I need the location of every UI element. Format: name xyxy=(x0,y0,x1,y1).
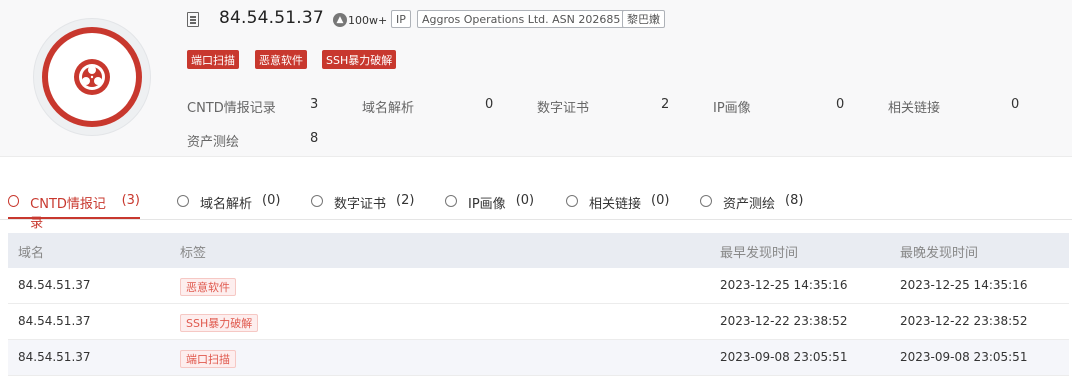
stat-label-links: 相关链接 xyxy=(888,101,941,116)
column-header-first-seen[interactable]: 最早发现时间 xyxy=(720,242,798,261)
column-header-domain: 域名 xyxy=(18,246,45,261)
fire-icon: ▲ xyxy=(333,13,347,27)
tab-ip-profile[interactable]: IP画像 (0) xyxy=(445,183,534,219)
column-header-last-seen[interactable]: 最晚发现时间 xyxy=(900,242,978,261)
stat-value-cert[interactable]: 2 xyxy=(661,97,669,112)
cell-domain[interactable]: 84.54.51.37 xyxy=(18,350,91,364)
ip-summary-header: 84.54.51.37 ▲ 100w+ IP Aggros Operations… xyxy=(0,0,1072,157)
tab-count: (0) xyxy=(651,193,670,208)
column-header-tags: 标签 xyxy=(180,246,207,261)
tab-label: 数字证书 xyxy=(334,197,387,212)
cell-first-seen: 2023-12-25 14:35:16 xyxy=(720,278,848,292)
asn-tag[interactable]: Aggros Operations Ltd. ASN 202685 xyxy=(417,10,626,28)
table-header: 域名 标签 最早发现时间 最晚发现时间 xyxy=(8,233,1069,268)
tab-dns[interactable]: 域名解析 (0) xyxy=(177,183,280,219)
popularity-badge: ▲ 100w+ xyxy=(333,11,387,29)
stat-value-dns[interactable]: 0 xyxy=(485,97,493,112)
table-row: 84.54.51.37 端口扫描 2023-09-08 23:05:51 202… xyxy=(8,340,1069,376)
tab-count: (0) xyxy=(515,193,535,208)
cell-last-seen: 2023-09-08 23:05:51 xyxy=(900,350,1028,364)
threat-tag-ssh-bruteforce[interactable]: SSH暴力破解 xyxy=(322,50,397,69)
tab-links[interactable]: 相关链接 (0) xyxy=(566,183,669,219)
compass-icon xyxy=(700,195,712,207)
table-row: 84.54.51.37 恶意软件 2023-12-25 14:35:16 202… xyxy=(8,268,1069,304)
tab-count: (3) xyxy=(121,193,140,208)
detail-tabs: CNTD情报记录 (3) 域名解析 (0) 数字证书 (2) IP画像 (0) … xyxy=(0,183,1072,231)
tab-count: (8) xyxy=(785,193,804,208)
cell-tag: SSH暴力破解 xyxy=(180,314,259,332)
target-icon xyxy=(8,195,20,207)
stat-value-links[interactable]: 0 xyxy=(1011,97,1019,112)
cell-last-seen: 2023-12-22 23:38:52 xyxy=(900,314,1028,328)
tab-label: IP画像 xyxy=(468,197,506,212)
minus-circle-icon xyxy=(177,195,189,207)
stat-value-assets[interactable]: 8 xyxy=(310,131,318,146)
tab-label: 资产测绘 xyxy=(723,197,776,212)
tab-label: 相关链接 xyxy=(589,197,642,212)
stat-label-assets: 资产测绘 xyxy=(187,135,240,150)
cell-first-seen: 2023-09-08 23:05:51 xyxy=(720,350,848,364)
cell-tag: 恶意软件 xyxy=(180,278,236,296)
document-icon xyxy=(187,12,199,27)
tab-cntd[interactable]: CNTD情报记录 (3) xyxy=(8,183,140,231)
compass-icon xyxy=(445,195,457,207)
threat-tag-port-scan[interactable]: 端口扫描 xyxy=(187,50,239,69)
cell-last-seen: 2023-12-25 14:35:16 xyxy=(900,278,1028,292)
location-tag[interactable]: 黎巴嫩 xyxy=(622,10,665,28)
tab-assets[interactable]: 资产测绘 (8) xyxy=(700,183,803,219)
stat-value-ip-profile[interactable]: 0 xyxy=(836,97,844,112)
stat-label-dns: 域名解析 xyxy=(362,101,415,116)
threat-tag-malware[interactable]: 恶意软件 xyxy=(255,50,307,69)
popularity-value: 100w+ xyxy=(348,13,388,27)
tab-count: (2) xyxy=(396,193,415,208)
cell-tag: 端口扫描 xyxy=(180,350,236,368)
link-icon xyxy=(566,195,578,207)
stat-label-ip-profile: IP画像 xyxy=(713,101,751,116)
type-tag[interactable]: IP xyxy=(391,10,411,28)
ip-address-title: 84.54.51.37 xyxy=(219,8,324,28)
table-row: 84.54.51.37 SSH暴力破解 2023-12-22 23:38:52 … xyxy=(8,304,1069,340)
stat-value-cntd[interactable]: 3 xyxy=(310,97,318,112)
biohazard-icon xyxy=(42,27,142,127)
tab-cert[interactable]: 数字证书 (2) xyxy=(311,183,414,219)
certificate-icon xyxy=(311,195,323,207)
stat-label-cntd: CNTD情报记录 xyxy=(187,101,276,116)
cell-domain[interactable]: 84.54.51.37 xyxy=(18,314,91,328)
cell-domain[interactable]: 84.54.51.37 xyxy=(18,278,91,292)
tab-count: (0) xyxy=(262,193,281,208)
tab-label: CNTD情报记录 xyxy=(30,197,106,231)
tab-label: 域名解析 xyxy=(200,197,253,212)
stat-label-cert: 数字证书 xyxy=(537,101,590,116)
cell-first-seen: 2023-12-22 23:38:52 xyxy=(720,314,848,328)
